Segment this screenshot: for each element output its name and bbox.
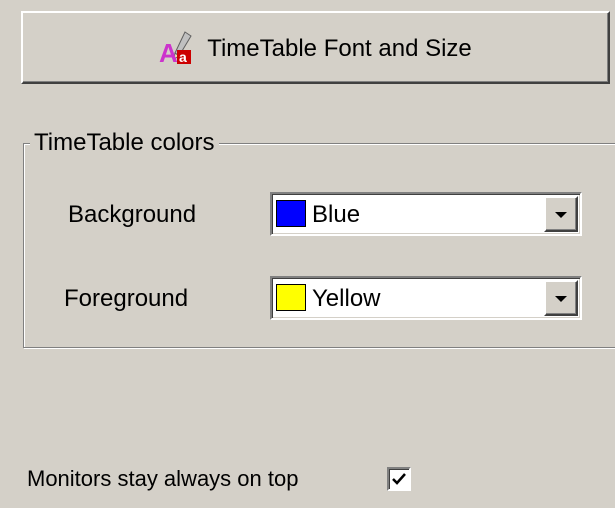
background-color-dropdown[interactable]: Blue xyxy=(270,192,582,236)
svg-text:a: a xyxy=(179,49,187,65)
svg-text:A: A xyxy=(159,38,178,66)
foreground-color-dropdown[interactable]: Yellow xyxy=(270,276,582,320)
timetable-font-button-label: TimeTable Font and Size xyxy=(207,34,472,62)
monitors-on-top-label: Monitors stay always on top xyxy=(27,466,299,491)
background-dropdown-arrow-button[interactable] xyxy=(544,196,578,232)
foreground-color-swatch xyxy=(276,284,306,311)
chevron-down-icon xyxy=(555,296,567,302)
background-color-value: Blue xyxy=(312,201,361,228)
timetable-colors-title: TimeTable colors xyxy=(30,130,219,156)
foreground-color-value: Yellow xyxy=(312,285,381,312)
foreground-dropdown-arrow-button[interactable] xyxy=(544,280,578,316)
timetable-font-button[interactable]: A a TimeTable Font and Size xyxy=(21,11,610,84)
chevron-down-icon xyxy=(555,212,567,218)
font-size-icon: A a xyxy=(159,30,199,68)
background-color-swatch xyxy=(276,200,306,227)
background-label: Background xyxy=(68,201,197,228)
checkmark-icon xyxy=(392,473,406,485)
foreground-label: Foreground xyxy=(64,285,189,312)
monitors-on-top-checkbox[interactable] xyxy=(387,467,411,491)
